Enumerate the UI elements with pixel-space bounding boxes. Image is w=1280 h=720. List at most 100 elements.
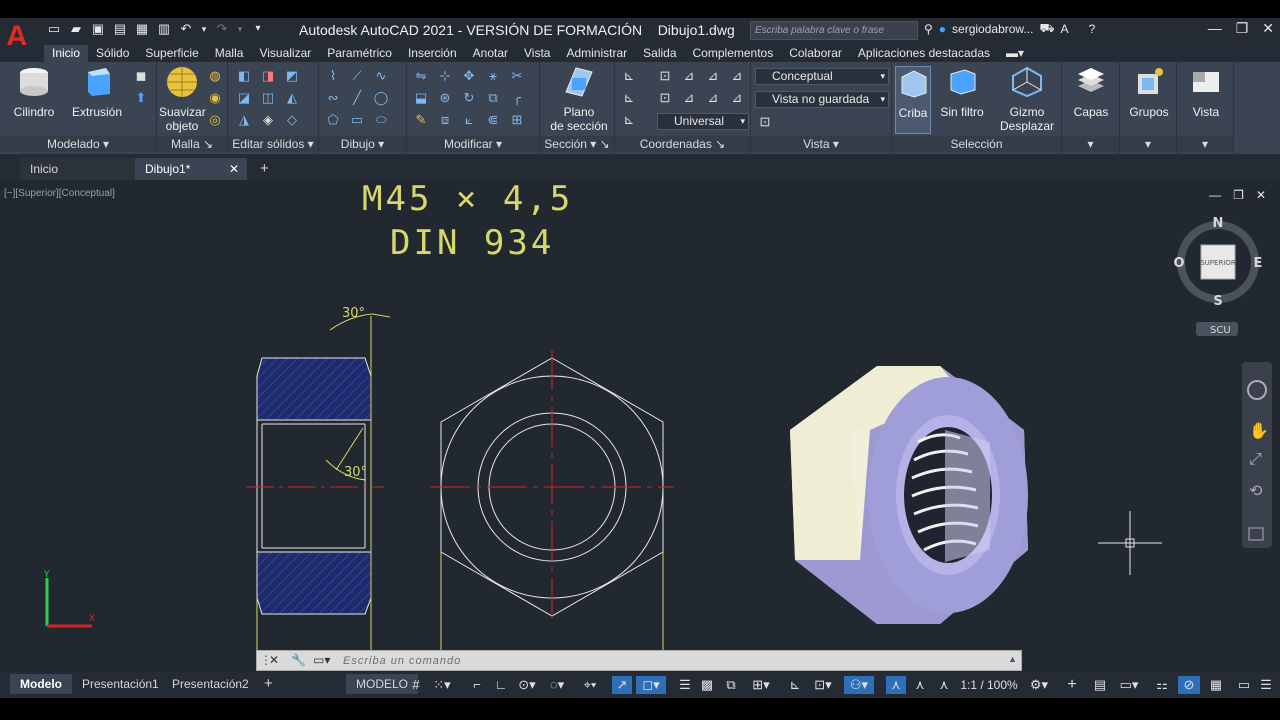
intersect-icon[interactable]: ◩ — [284, 68, 300, 84]
minimize-icon[interactable]: — — [1208, 20, 1222, 37]
spline-icon[interactable]: ∿ — [373, 68, 389, 84]
vista-button[interactable]: Vista — [1181, 66, 1231, 119]
3dmove-icon[interactable]: ⚹ — [485, 68, 501, 84]
annotation-visibility-icon[interactable]: ⚇▾ — [844, 676, 874, 694]
ribbon-tab-9[interactable]: Administrar — [558, 45, 635, 62]
polar-icon[interactable]: ⊙▾ — [514, 676, 540, 694]
new-tab-icon[interactable]: + — [256, 158, 276, 180]
copy-icon[interactable]: ⧈ — [437, 112, 453, 128]
panel-label-modificar[interactable]: Modificar ▾ — [407, 136, 539, 152]
visual-style-dropdown[interactable]: Conceptual ▾ — [755, 68, 889, 85]
drawing-area[interactable]: [−][Superior][Conceptual] — ❐ ✕ M45 × 4,… — [0, 180, 1280, 672]
fullscreen-icon[interactable]: ▭ — [1234, 676, 1254, 694]
trim-icon[interactable]: ✂ — [509, 68, 525, 84]
suavizar-objeto-button[interactable]: Suavizar objeto — [159, 66, 206, 133]
ribbon-tab-11[interactable]: Complementos — [685, 45, 782, 62]
panel-label-malla[interactable]: Malla ↘ — [157, 136, 227, 152]
shell-icon[interactable]: ◈ — [260, 112, 276, 128]
close-icon[interactable]: ✕ — [1262, 20, 1274, 37]
ucs-world-icon[interactable]: ⊡ — [657, 68, 673, 84]
3dpolyline-icon[interactable]: ⟋ — [349, 68, 365, 84]
rotate-icon[interactable]: ↻ — [461, 90, 477, 106]
save-icon[interactable]: ▣ — [90, 21, 106, 37]
ucs-3point-icon[interactable]: ⊿ — [681, 90, 697, 106]
ribbon-tab-2[interactable]: Superficie — [137, 45, 206, 62]
ucs-z-icon[interactable]: ⊿ — [729, 68, 745, 84]
a360-icon[interactable]: A — [1061, 22, 1069, 36]
3dosnap-icon[interactable]: ◻▾ — [636, 676, 666, 694]
mesh-crease-icon[interactable]: ◎ — [207, 112, 223, 128]
osnap-icon[interactable]: ↗ — [612, 676, 632, 694]
isodraft-icon[interactable]: ◌▾ — [542, 676, 572, 694]
ribbon-tab-0[interactable]: Inicio — [44, 45, 89, 62]
helix-icon[interactable]: ∾ — [325, 90, 341, 106]
ribbon-tab-10[interactable]: Salida — [635, 45, 684, 62]
lock-ui-icon[interactable]: ▭▾ — [1114, 676, 1144, 694]
infer-constraints-icon[interactable]: ⌐ — [468, 676, 486, 694]
viewcube-east[interactable]: E — [1254, 256, 1263, 271]
panel-label-seccion[interactable]: Sección ▾ ↘ — [540, 136, 614, 152]
slice-icon[interactable]: ◫ — [260, 90, 276, 106]
help-icon[interactable]: ? — [1089, 22, 1096, 36]
undo-dropdown-icon[interactable]: ▾ — [200, 21, 208, 37]
gizmo-status-icon[interactable]: ⊾ — [786, 676, 804, 694]
viewcube-west[interactable]: O — [1173, 256, 1184, 271]
customize-qa-icon[interactable]: ▾ — [250, 21, 266, 37]
panel-label-dibujo[interactable]: Dibujo ▾ — [319, 136, 406, 152]
new-icon[interactable]: ▭ — [46, 21, 62, 37]
add-icon[interactable]: + — [1062, 676, 1082, 694]
ucs-object-icon[interactable]: ⊿ — [729, 90, 745, 106]
filter-status-icon[interactable]: ⊡▾ — [808, 676, 838, 694]
extract-edges-icon[interactable]: ◮ — [236, 112, 252, 128]
box-icon[interactable]: ◼ — [133, 68, 149, 84]
save-as-icon[interactable]: ▤ — [112, 21, 128, 37]
ribbon-tab-6[interactable]: Inserción — [400, 45, 465, 62]
redo-dropdown-icon[interactable]: ▾ — [236, 21, 244, 37]
mesh-box-icon[interactable]: ◍ — [207, 68, 223, 84]
panel-label-coordenadas[interactable]: Coordenadas ↘ — [615, 136, 750, 152]
transparency-icon[interactable]: ▩ — [698, 676, 716, 694]
saved-view-dropdown[interactable]: Vista no guardada ▾ — [755, 91, 889, 108]
ribbon-tab-13[interactable]: Aplicaciones destacadas — [850, 45, 998, 62]
grupos-expand-icon[interactable]: ▾ — [1120, 136, 1176, 152]
ucs-icon[interactable]: ⊾ — [621, 68, 637, 84]
user-name[interactable]: sergiodabrow... — [952, 22, 1033, 36]
open-icon[interactable]: ▰ — [68, 21, 84, 37]
tab-presentacion2[interactable]: Presentación2 — [162, 674, 259, 694]
history-toggle-icon[interactable]: ▲ — [1008, 654, 1017, 664]
ucs-zaxis-icon[interactable]: ⊿ — [705, 90, 721, 106]
line-icon[interactable]: ╱ — [349, 90, 365, 106]
close-tab-icon[interactable]: ✕ — [229, 158, 239, 180]
interfere-icon[interactable]: ◪ — [236, 90, 252, 106]
hardware-acceleration-icon[interactable]: ⊘ — [1178, 676, 1200, 694]
grid-icon[interactable]: # — [407, 676, 425, 694]
annotation-scale-icon[interactable]: ⋏ — [910, 676, 930, 694]
ucs-named-icon[interactable]: ⊾ — [621, 112, 637, 128]
user-icon[interactable]: ● — [939, 22, 946, 36]
ribbon-tab-1[interactable]: Sólido — [88, 45, 137, 62]
union-icon[interactable]: ◧ — [236, 68, 252, 84]
search-input[interactable]: Escriba palabra clave o frase — [750, 21, 918, 40]
3darray-icon[interactable]: ⊹ — [437, 68, 453, 84]
plano-seccion-button[interactable]: Plano de sección — [548, 66, 610, 133]
zoom-extents-icon[interactable]: ⤢ — [1249, 449, 1262, 468]
ucs-y-icon[interactable]: ⊿ — [705, 68, 721, 84]
vista-expand-icon[interactable]: ▾ — [1177, 136, 1233, 152]
redo-icon[interactable]: ↷ — [214, 21, 230, 37]
ribbon-tab-3[interactable]: Malla — [207, 45, 252, 62]
ribbon-tab-12[interactable]: Colaborar — [781, 45, 850, 62]
presspull-icon[interactable]: ⬆ — [133, 90, 149, 106]
criba-button[interactable]: Criba — [895, 66, 931, 134]
cart-icon[interactable]: ⛟ — [1039, 21, 1054, 37]
annotation-scale-alt-icon[interactable]: ⋏ — [934, 676, 954, 694]
fillet-icon[interactable]: ╭ — [509, 90, 525, 106]
ucs-dropdown[interactable]: Universal ▾ — [657, 113, 749, 130]
selection-cycling-icon[interactable]: ⧉ — [722, 676, 740, 694]
mirror-icon[interactable]: ⇋ — [413, 68, 429, 84]
restore-icon[interactable]: ❐ — [1236, 20, 1249, 37]
move-icon[interactable]: ✥ — [461, 68, 477, 84]
auto-scale-icon[interactable]: ⋏ — [886, 676, 906, 694]
extrusion-button[interactable]: Extrusión — [70, 66, 124, 119]
mesh-refine-icon[interactable]: ◉ — [207, 90, 223, 106]
polyline-icon[interactable]: ⌇ — [325, 68, 341, 84]
